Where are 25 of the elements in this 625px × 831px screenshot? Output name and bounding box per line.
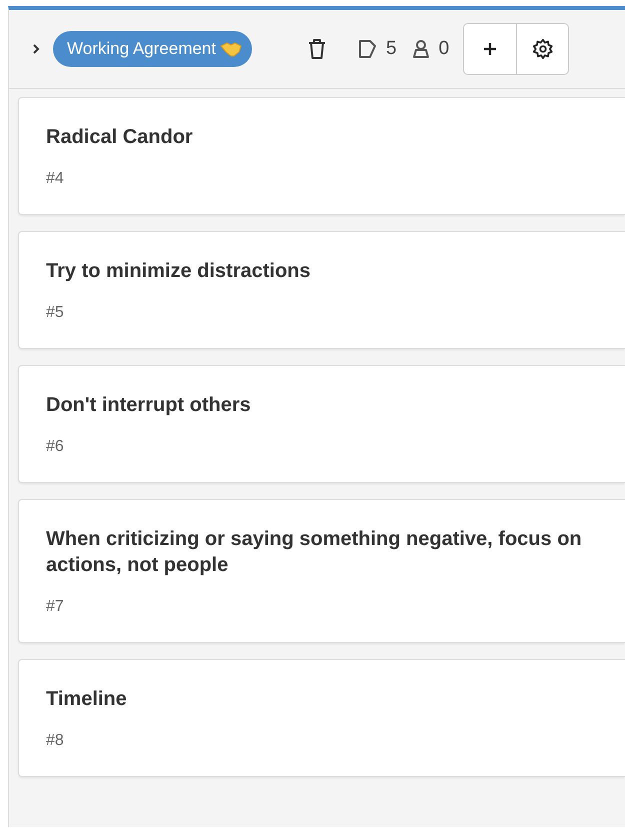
card-title: Timeline: [46, 687, 128, 712]
member-count: 0: [438, 38, 450, 60]
card[interactable]: Timeline #8: [18, 659, 625, 777]
card-title: When criticizing or saying something negative, focus on actions, not people: [46, 527, 583, 578]
plus-icon: [482, 41, 498, 57]
card[interactable]: Don't interrupt others #6: [18, 365, 625, 483]
card-title: Radical Candor: [46, 125, 194, 150]
list-title: Working Agreement: [67, 39, 216, 59]
card[interactable]: Try to minimize distractions #5: [18, 231, 625, 349]
card-number: #7: [46, 598, 65, 616]
trash-icon: [308, 38, 326, 60]
card-number: #6: [46, 438, 65, 456]
card-number: #8: [46, 732, 65, 750]
card-number: #4: [46, 170, 65, 188]
list-title-badge[interactable]: Working Agreement: [53, 31, 252, 67]
card[interactable]: When criticizing or saying something negative, focus on actions, not people #7: [18, 499, 625, 643]
card-title: Try to minimize distractions: [46, 259, 312, 284]
card[interactable]: Radical Candor #4: [18, 97, 625, 215]
settings-icon: [532, 38, 554, 60]
card-count: 5: [386, 38, 397, 60]
person-icon: [410, 39, 431, 59]
chevron-icon: [31, 43, 41, 55]
card-icon: [358, 39, 378, 59]
card-title: Don't interrupt others: [46, 393, 252, 418]
card-number: #5: [46, 304, 65, 322]
